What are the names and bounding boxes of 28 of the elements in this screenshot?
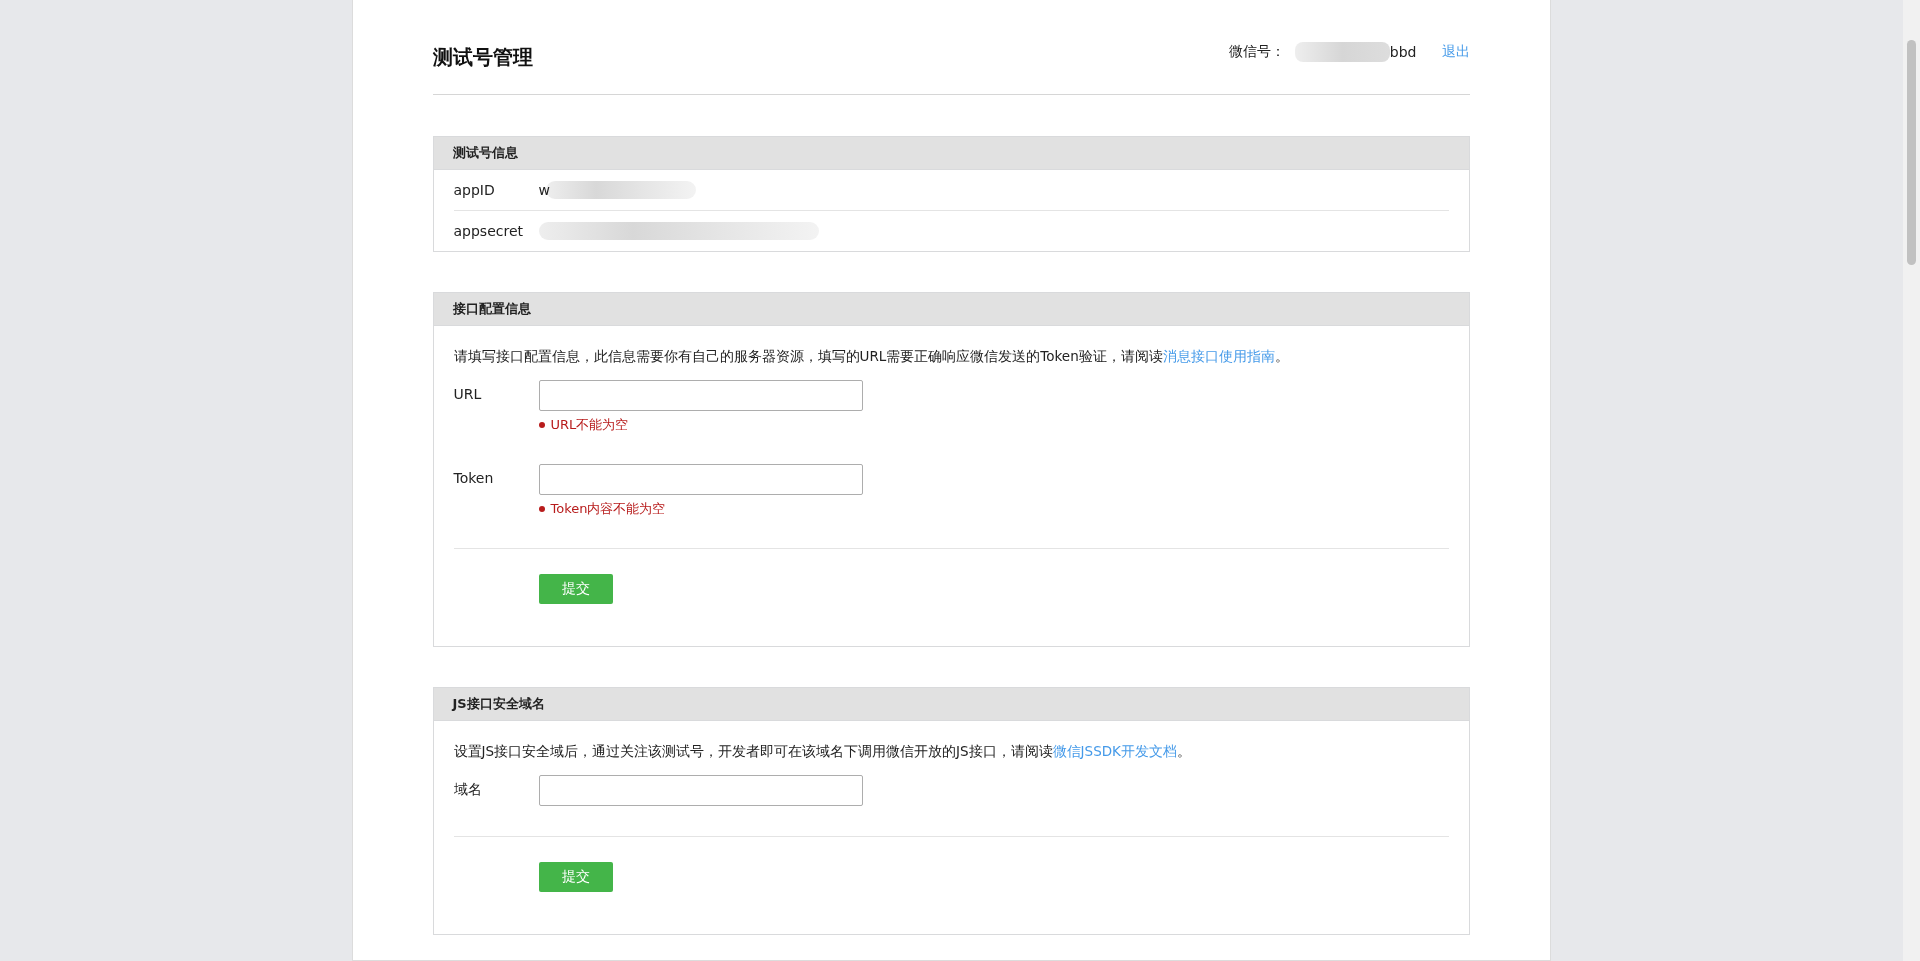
input-field[interactable] [538, 464, 863, 495]
error-message: Token内容不能为空 [550, 500, 666, 518]
description-text: 设置JS接口安全域后，通过关注该测试号，开发者即可在该域名下调用微信开放的JS接口，请阅读微信JSSDK开发文档。 [453, 743, 1192, 761]
panel-header: JS接口安全域名 [433, 688, 1469, 721]
error-message: URL不能为空 [550, 416, 629, 434]
panel-header: 测试号信息 [433, 137, 1469, 170]
error-dot-icon [538, 422, 545, 428]
page-title: 测试号管理 [432, 44, 533, 71]
field-label: Token [453, 469, 495, 488]
description-text: 请填写接口配置信息，此信息需要你有自己的服务器资源，填写的URL需要正确响应微信发送的Token验证，请阅读消息接口使用指南。 [453, 348, 1290, 366]
account-id: bbd [1389, 44, 1417, 60]
scrollbar-thumb[interactable] [1907, 40, 1916, 265]
field-label: appsecret [453, 223, 524, 239]
account-label: 微信号： [1228, 43, 1285, 61]
scrollbar[interactable] [1903, 0, 1920, 961]
field-value: w [538, 182, 550, 198]
submit-button[interactable]: 提交 [538, 574, 613, 604]
field-label: 域名 [453, 780, 483, 799]
input-field[interactable] [538, 380, 863, 411]
guide-link[interactable]: 消息接口使用指南 [1162, 348, 1275, 364]
input-field[interactable] [538, 775, 863, 806]
error-dot-icon [538, 506, 545, 512]
field-label: URL [453, 385, 483, 404]
logout-link[interactable]: 退出 [1441, 43, 1470, 61]
field-label: appID [453, 182, 496, 198]
submit-button[interactable]: 提交 [538, 862, 613, 892]
panel-header: 接口配置信息 [433, 293, 1469, 326]
guide-link[interactable]: 微信JSSDK开发文档 [1052, 743, 1177, 759]
